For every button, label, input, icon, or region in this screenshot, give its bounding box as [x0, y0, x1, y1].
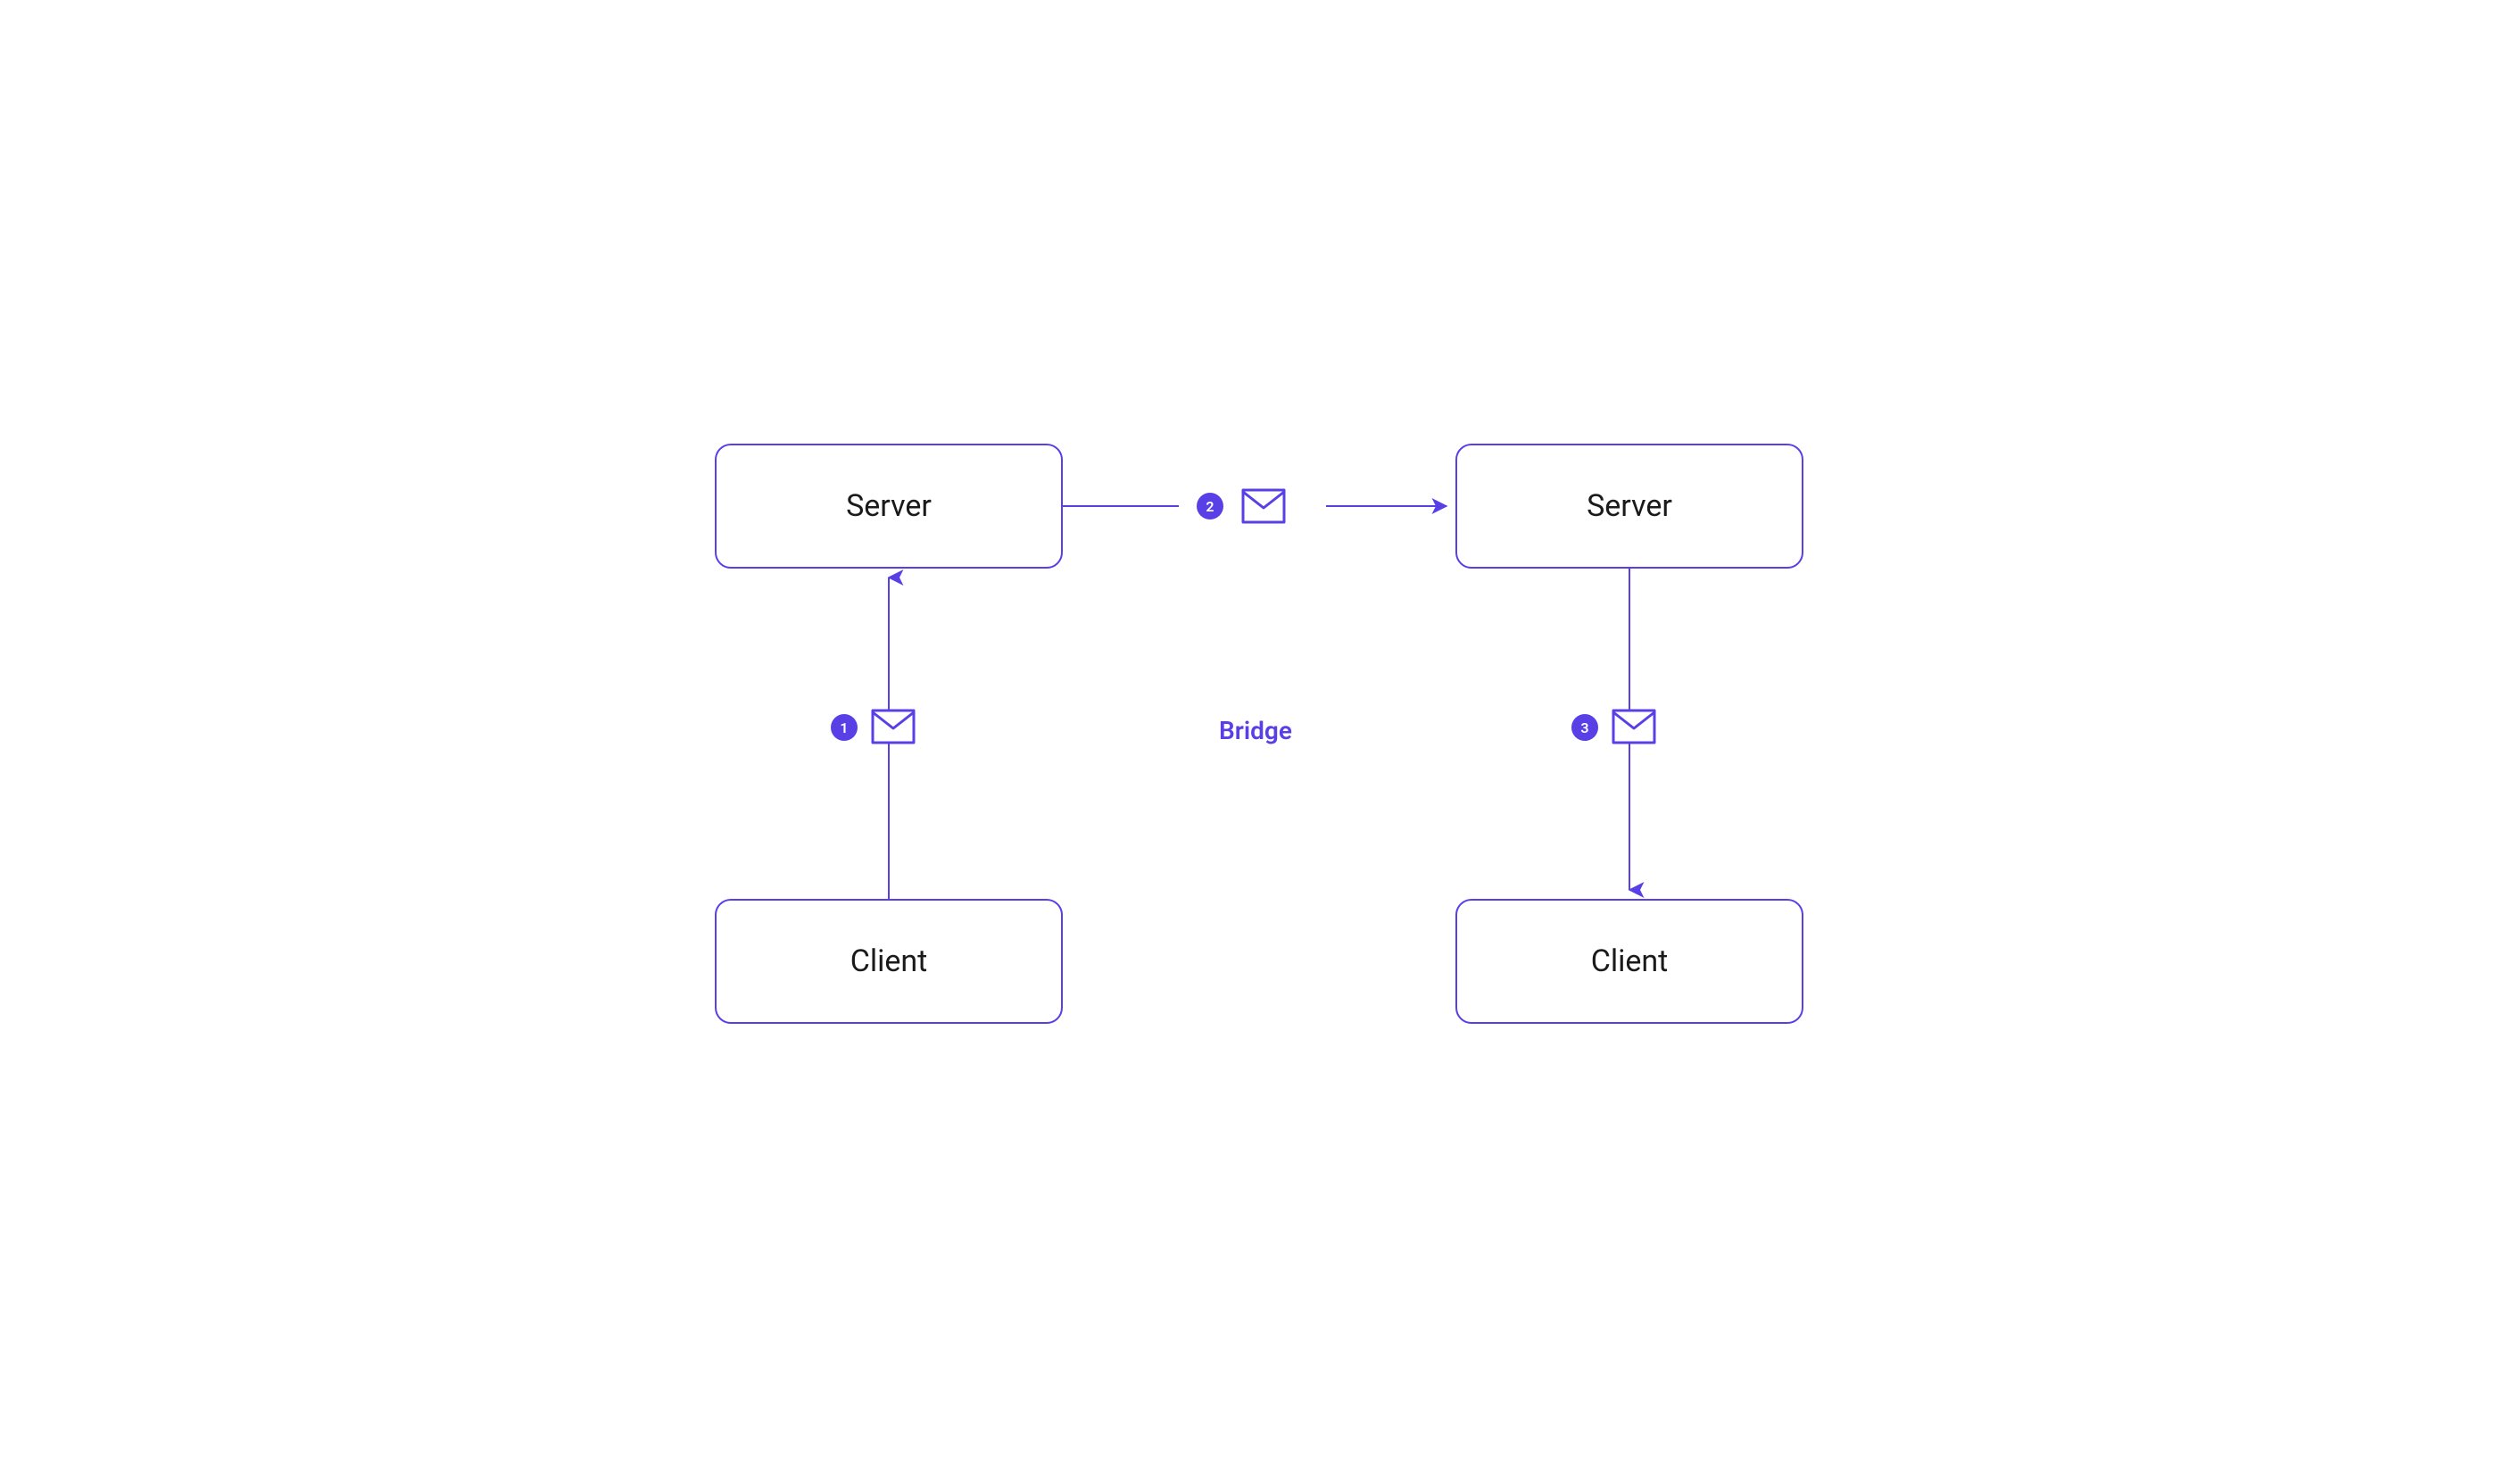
bridge-label: Bridge: [1219, 716, 1292, 745]
node-label-server-right: Server: [1587, 488, 1672, 524]
node-label-client-left: Client: [850, 943, 928, 979]
envelope-icon: [1612, 709, 1656, 744]
node-server-left: Server: [715, 444, 1063, 569]
envelope-icon: [871, 709, 916, 744]
arrow-server-to-server-segment-left: [1063, 505, 1179, 507]
arrow-server-to-server-segment-right: [1326, 505, 1455, 507]
envelope-icon: [1241, 488, 1286, 524]
diagram-canvas: Server Server Client Client Bridge: [630, 368, 1890, 1103]
node-client-right: Client: [1455, 899, 1803, 1024]
step-badge-1: 1: [831, 714, 858, 741]
node-label-client-right: Client: [1591, 943, 1669, 979]
step-badge-3: 3: [1571, 714, 1598, 741]
step-badge-2: 2: [1197, 493, 1223, 519]
node-server-right: Server: [1455, 444, 1803, 569]
node-label-server-left: Server: [846, 488, 932, 524]
node-client-left: Client: [715, 899, 1063, 1024]
